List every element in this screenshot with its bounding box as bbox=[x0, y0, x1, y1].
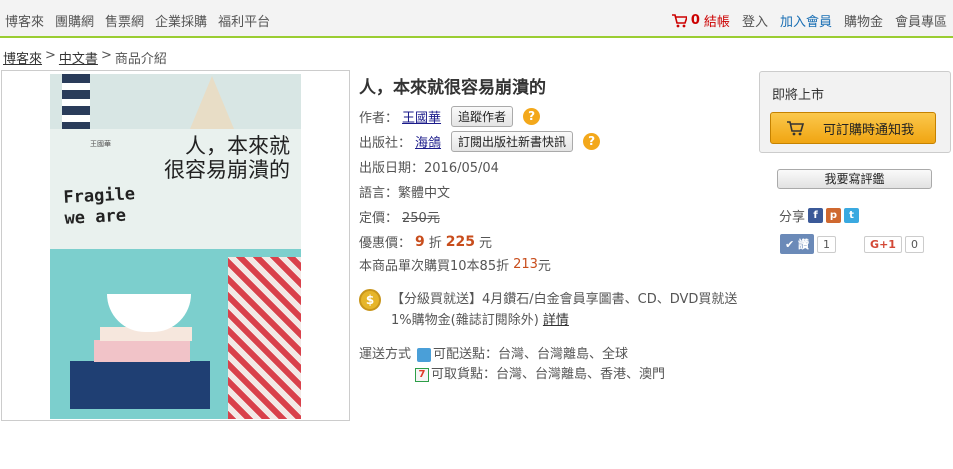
topnav-tickets[interactable]: 售票網 bbox=[105, 11, 144, 30]
cover-frame: 王國華 人，本來就 很容易崩潰的 Fragile we are bbox=[1, 70, 350, 421]
promo-block: $ 【分級買就送】4月鑽石/白金會員享圖書、CD、DVD買就送 1%購物金(雜誌… bbox=[359, 289, 739, 331]
facebook-icon[interactable]: f bbox=[808, 208, 824, 223]
promo-details-link[interactable]: 詳情 bbox=[543, 313, 569, 328]
shipping-label: 運送方式 bbox=[359, 347, 412, 362]
list-price: 250元 bbox=[402, 211, 440, 226]
author-row: 作者： 王國華 追蹤作者 ? bbox=[359, 106, 541, 127]
cart-icon bbox=[671, 13, 687, 27]
cover-author: 王國華 bbox=[90, 140, 111, 148]
bulk-price: 213 bbox=[513, 257, 538, 272]
shipping-delivery: 可配送點：台灣、台灣離島、全球 bbox=[433, 347, 629, 362]
social-row: ✔ 讚 1 G+1 0 bbox=[780, 234, 924, 254]
bulk-price-row: 本商品單次購買10本85折 213 元 bbox=[359, 255, 551, 274]
top-bar: 博客來 團購網 售票網 企業採購 福利平台 0 結帳 登入 加入會員 購物金 會… bbox=[0, 0, 953, 38]
user-nav: 0 結帳 登入 加入會員 購物金 會員專區 bbox=[671, 11, 947, 30]
pubdate-row: 出版日期：2016/05/04 bbox=[359, 161, 499, 176]
notify-me-label: 可訂購時通知我 bbox=[823, 122, 915, 138]
breadcrumb-sep: > bbox=[45, 48, 56, 63]
notify-me-button[interactable]: 可訂購時通知我 bbox=[770, 112, 936, 144]
write-review-button[interactable]: 我要寫評鑑 bbox=[777, 169, 932, 189]
cover-title-line2: 很容易崩潰的 bbox=[164, 158, 290, 182]
twitter-icon[interactable]: t bbox=[844, 208, 860, 223]
like-button[interactable]: ✔ 讚 bbox=[780, 234, 815, 254]
shipping-block: 運送方式 可配送點：台灣、台灣離島、全球 7 可取貨點：台灣、台灣離島、香港、澳… bbox=[359, 345, 665, 385]
checkout-link[interactable]: 結帳 bbox=[704, 11, 730, 30]
topnav-books[interactable]: 博客來 bbox=[5, 11, 44, 30]
breadcrumb-current: 商品介紹 bbox=[114, 52, 167, 67]
bulk-prefix: 本商品單次購買10本85折 bbox=[359, 259, 510, 274]
member-zone-link[interactable]: 會員專區 bbox=[895, 11, 947, 30]
sail-graphic bbox=[190, 76, 234, 129]
author-label: 作者： bbox=[359, 111, 399, 126]
language-row: 語言：繁體中文 bbox=[359, 186, 451, 201]
cover-title: 人，本來就 很容易崩潰的 bbox=[150, 134, 290, 182]
topnav-enterprise[interactable]: 企業採購 bbox=[155, 11, 207, 30]
preorder-panel: 即將上市 可訂購時通知我 bbox=[759, 71, 951, 153]
promo-line2: 1%購物金(雜誌訂閱除外) 詳情 bbox=[359, 310, 739, 331]
checkered-box-graphic bbox=[228, 257, 301, 419]
book-cover-image[interactable]: 王國華 人，本來就 很容易崩潰的 Fragile we are bbox=[50, 74, 301, 419]
panel-title: 即將上市 bbox=[772, 88, 825, 103]
cart-count: 0 bbox=[690, 13, 700, 28]
subscribe-publisher-button[interactable]: 訂閱出版社新書快訊 bbox=[451, 131, 574, 152]
breadcrumb: 博客來 > 中文書 > 商品介紹 bbox=[3, 48, 167, 67]
publisher-label: 出版社： bbox=[359, 136, 412, 151]
topnav-groupbuy[interactable]: 團購網 bbox=[55, 11, 94, 30]
gplus-count: 0 bbox=[904, 235, 924, 253]
sale-label: 優惠價： bbox=[359, 236, 412, 251]
sale-unit: 元 bbox=[479, 236, 493, 251]
discount: 9 bbox=[415, 233, 425, 250]
plurk-icon[interactable]: p bbox=[826, 208, 842, 223]
publisher-row: 出版社： 海鴿 訂閱出版社新書快訊 ? bbox=[359, 131, 601, 152]
gplus-button[interactable]: G+1 bbox=[864, 235, 902, 253]
delivery-truck-icon bbox=[417, 348, 432, 362]
breadcrumb-home[interactable]: 博客來 bbox=[3, 48, 42, 67]
shipping-pickup: 可取貨點：台灣、台灣離島、香港、澳門 bbox=[431, 367, 666, 382]
cover-fragile-line2: we are bbox=[64, 205, 127, 229]
cover-fragile-text: Fragile we are bbox=[63, 184, 137, 230]
help-icon[interactable]: ? bbox=[523, 108, 541, 125]
list-price-row: 定價： 250元 bbox=[359, 207, 440, 226]
join-link[interactable]: 加入會員 bbox=[780, 11, 832, 30]
shipping-pickup-row: 7 可取貨點：台灣、台灣離島、香港、澳門 bbox=[359, 365, 665, 385]
author-link[interactable]: 王國華 bbox=[402, 107, 441, 126]
login-link[interactable]: 登入 bbox=[742, 11, 768, 30]
book-stack-graphic bbox=[70, 361, 210, 409]
publisher-link[interactable]: 海鴿 bbox=[415, 132, 441, 151]
book-stack-graphic bbox=[94, 340, 190, 362]
cover-title-line1: 人，本來就 bbox=[185, 134, 290, 158]
shipping-delivery-row: 運送方式 可配送點：台灣、台灣離島、全球 bbox=[359, 345, 665, 365]
lighthouse-graphic bbox=[62, 74, 90, 129]
points-link[interactable]: 購物金 bbox=[844, 11, 883, 30]
track-author-button[interactable]: 追蹤作者 bbox=[451, 106, 514, 127]
list-price-label: 定價： bbox=[359, 211, 399, 226]
cart-link[interactable]: 0 結帳 bbox=[671, 11, 730, 30]
share-row: 分享 f p t bbox=[779, 206, 860, 225]
topnav-welfare[interactable]: 福利平台 bbox=[218, 11, 270, 30]
share-label: 分享 bbox=[779, 210, 806, 225]
coin-icon: $ bbox=[359, 289, 381, 311]
promo-line1: 【分級買就送】4月鑽石/白金會員享圖書、CD、DVD買就送 bbox=[391, 292, 738, 307]
top-nav: 博客來 團購網 售票網 企業採購 福利平台 bbox=[5, 11, 270, 30]
help-icon[interactable]: ? bbox=[583, 133, 601, 150]
bulk-unit: 元 bbox=[537, 259, 551, 274]
sale-price-row: 優惠價： 9 折 225 元 bbox=[359, 232, 493, 252]
promo-line2-text: 1%購物金(雜誌訂閱除外) bbox=[391, 313, 539, 328]
like-count: 1 bbox=[817, 235, 837, 253]
like-widget[interactable]: ✔ 讚 1 bbox=[780, 234, 837, 254]
sale-price: 225 bbox=[445, 233, 476, 250]
cart-icon bbox=[787, 120, 805, 135]
gplus-widget[interactable]: G+1 0 bbox=[864, 235, 924, 253]
seven-eleven-icon: 7 bbox=[415, 368, 429, 382]
breadcrumb-sep: > bbox=[100, 48, 112, 63]
breadcrumb-category[interactable]: 中文書 bbox=[59, 48, 98, 67]
discount-unit: 折 bbox=[428, 236, 442, 251]
product-title: 人，本來就很容易崩潰的 bbox=[359, 78, 546, 98]
